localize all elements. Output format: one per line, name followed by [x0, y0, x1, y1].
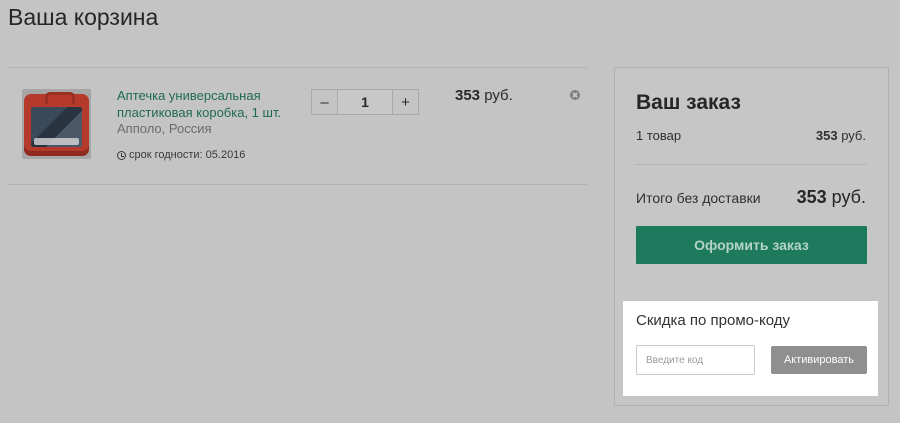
quantity-decrease-button[interactable]: – — [312, 90, 337, 114]
quantity-stepper: – 1 + — [311, 89, 419, 115]
promo-code-input[interactable] — [636, 345, 755, 375]
product-vendor: Апполо, Россия — [117, 121, 212, 136]
divider-top — [8, 67, 587, 68]
activate-promo-button[interactable]: Активировать — [771, 346, 867, 374]
total-price: 353 руб. — [797, 187, 866, 208]
page-title: Ваша корзина — [8, 4, 159, 30]
checkout-button[interactable]: Оформить заказ — [636, 226, 867, 264]
promo-title: Скидка по промо-коду — [636, 312, 791, 329]
order-item-count-price: 353 руб. — [816, 128, 866, 143]
total-label: Итого без доставки — [636, 190, 761, 206]
item-price-amount: 353 — [455, 87, 481, 104]
remove-item-icon[interactable] — [570, 90, 580, 100]
order-title: Ваш заказ — [636, 91, 741, 114]
order-item-count: 1 товар — [636, 128, 682, 143]
quantity-value[interactable]: 1 — [337, 90, 393, 114]
product-image[interactable] — [22, 89, 91, 159]
expiry-info: срок годности: 05.2016 — [117, 149, 245, 161]
item-price-currency: руб. — [484, 87, 513, 104]
expiry-text: срок годности: 05.2016 — [129, 149, 246, 161]
order-divider — [636, 164, 867, 165]
total-currency: руб. — [831, 187, 866, 207]
total-amount: 353 — [796, 187, 827, 207]
item-price: 353 руб. — [455, 87, 513, 104]
promo-panel: Скидка по промо-коду Активировать — [623, 301, 878, 396]
product-name-link[interactable]: Аптечка универсальная пластиковая коробк… — [117, 87, 295, 121]
order-count-amount: 353 — [815, 128, 838, 143]
quantity-increase-button[interactable]: + — [393, 90, 418, 114]
order-count-currency: руб. — [841, 128, 866, 143]
clock-icon — [117, 150, 126, 160]
divider-bottom — [8, 184, 587, 185]
first-aid-kit-image — [24, 92, 89, 156]
